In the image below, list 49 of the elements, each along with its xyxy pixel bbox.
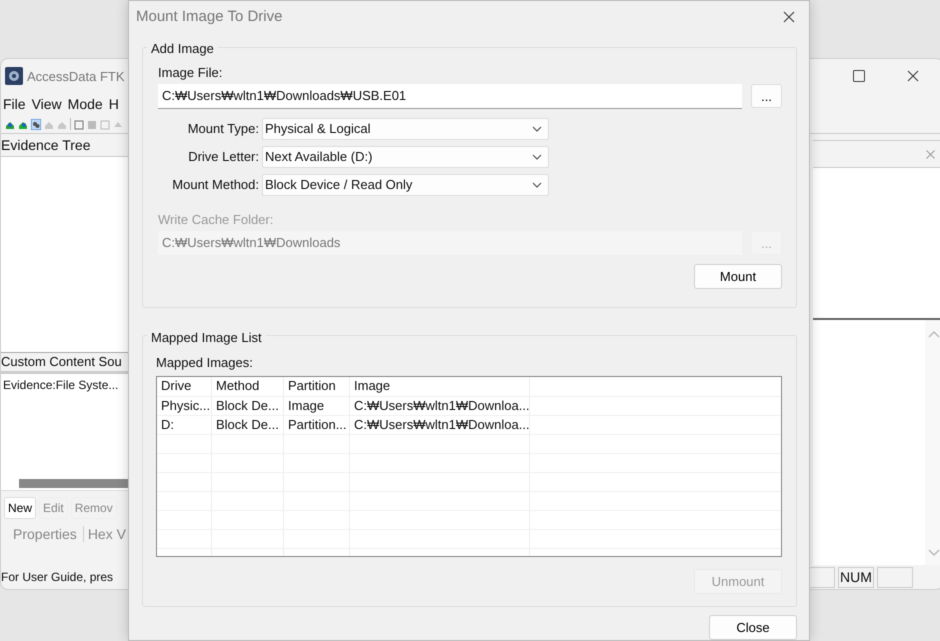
pane-title: Custom Content Sou — [1, 352, 129, 374]
menu-item[interactable]: View — [32, 96, 62, 112]
table-cell: Block De... — [212, 416, 284, 434]
button[interactable]: New — [4, 497, 36, 519]
scrollbar-thumb[interactable] — [19, 478, 129, 488]
field-label: Mount Method: — [171, 177, 259, 192]
input-field[interactable]: C:₩Users₩wltn1₩Downloads₩USB.E01 — [158, 84, 742, 109]
dropdown[interactable]: Next Available (D:) — [262, 146, 549, 168]
table-cell: Physic... — [157, 397, 212, 416]
window-title: AccessData FTK — [27, 68, 125, 84]
browse-button[interactable]: ... — [751, 84, 782, 108]
field-label: Drive Letter: — [187, 149, 259, 164]
maximize-icon[interactable] — [853, 70, 865, 82]
table-cell: D: — [157, 416, 212, 434]
table-cell: C:₩Users₩wltn1₩Downloa... — [350, 397, 530, 416]
field-label: Image File: — [158, 64, 224, 80]
status-indicator: NUM — [838, 566, 874, 588]
table-cell: C:₩Users₩wltn1₩Downloa... — [350, 416, 530, 434]
group-title: Add Image — [147, 40, 218, 56]
menu-item[interactable]: H — [108, 96, 119, 112]
tool-icon[interactable] — [31, 118, 41, 130]
app-icon — [5, 67, 23, 85]
chevron-down-icon — [532, 126, 542, 132]
status-cell — [877, 566, 913, 588]
field-label: Write Cache Folder: — [158, 212, 274, 227]
chevron-down-icon — [532, 154, 542, 160]
table-cell: Partition... — [284, 416, 350, 434]
menu-item[interactable]: File — [3, 96, 26, 112]
column-header[interactable]: Drive — [157, 377, 212, 396]
menu-item[interactable]: Mode — [68, 96, 103, 112]
field-label: Mount Type: — [186, 121, 259, 136]
column-header[interactable]: Method — [212, 377, 284, 396]
tool-icon[interactable] — [74, 118, 84, 130]
mount-button[interactable]: Mount — [694, 264, 782, 289]
column-header[interactable]: Image — [350, 377, 530, 396]
column-header[interactable]: Partition — [284, 377, 350, 396]
chevron-down-icon — [532, 182, 542, 188]
dropdown[interactable]: Block Device / Read Only — [262, 174, 549, 196]
group-title: Mapped Image List — [147, 330, 266, 346]
close-icon[interactable] — [783, 10, 795, 23]
list-item[interactable]: Evidence:File Syste... — [1, 378, 129, 392]
dropdown[interactable]: Physical & Logical — [262, 118, 549, 140]
field-label: Mapped Images: — [156, 355, 254, 370]
status-text: For User Guide, pres — [1, 570, 114, 584]
table-cell: Image — [284, 397, 350, 416]
table-cell: Block De... — [212, 397, 284, 416]
dialog-title: Mount Image To Drive — [136, 8, 282, 26]
close-button[interactable]: Close — [709, 614, 797, 640]
close-icon[interactable] — [907, 70, 919, 82]
